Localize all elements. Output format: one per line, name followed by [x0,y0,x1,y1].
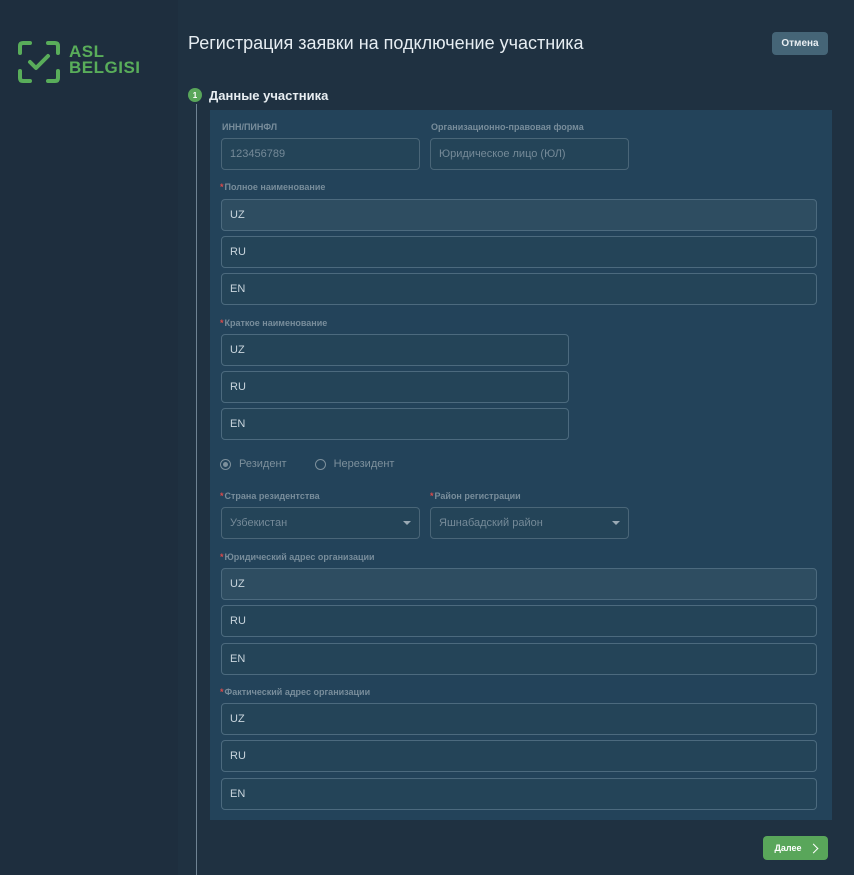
check-frame-icon [18,41,60,83]
legal-address-ru-input[interactable]: RU [221,605,817,637]
country-label: *Страна резидентства [220,491,320,501]
step-title: Данные участника [209,87,329,103]
resident-radio[interactable] [220,458,231,470]
district-label: *Район регистрации [430,491,521,501]
step-number-badge: 1 [188,88,202,102]
asl-belgisi-logo[interactable]: ASL BELGISI [17,40,140,84]
district-select[interactable]: Яшнабадский район [430,507,629,539]
short-name-uz-input[interactable]: UZ [221,334,569,366]
country-select[interactable]: Узбекистан [221,507,420,539]
legal-form-label: Организационно-правовая форма [431,122,584,132]
actual-address-label: *Фактический адрес организации [220,687,371,697]
legal-address-uz-input[interactable]: UZ [221,568,817,600]
full-name-ru-input[interactable]: RU [221,236,817,268]
resident-label[interactable]: Резидент [239,458,287,470]
chevron-right-icon [808,843,818,853]
legal-form-field[interactable]: Юридическое лицо (ЮЛ) [430,138,629,170]
actual-address-ru-input[interactable]: RU [221,740,817,772]
full-name-uz-input[interactable]: UZ [221,199,817,231]
step-header: 1 Данные участника [188,87,328,103]
country-value: Узбекистан [230,517,288,529]
full-name-en-input[interactable]: EN [221,273,817,305]
inn-label: ИНН/ПИНФЛ [222,122,278,132]
nonresident-radio[interactable] [314,458,326,470]
actual-address-en-input[interactable]: EN [221,778,817,810]
residency-radio-group: Резидент Нерезидент [220,458,394,470]
short-name-label: *Краткое наименование [220,318,328,328]
short-name-ru-input[interactable]: RU [221,371,569,403]
step-connector-line [196,104,197,875]
cancel-button[interactable]: Отмена [772,32,828,55]
page-title: Регистрация заявки на подключение участн… [188,33,584,53]
legal-address-label: *Юридический адрес организации [220,552,375,562]
next-button[interactable]: Далее [763,836,828,860]
sidebar: ASL BELGISI [0,0,178,875]
brand-name: ASL BELGISI [69,42,141,77]
short-name-en-input[interactable]: EN [221,408,569,440]
actual-address-uz-input[interactable]: UZ [221,703,817,735]
caret-down-icon [612,521,620,525]
next-label: Далее [774,843,802,853]
full-name-label: *Полное наименование [220,182,326,192]
nonresident-label[interactable]: Нерезидент [334,458,395,470]
district-value: Яшнабадский район [439,517,543,529]
main-content: Регистрация заявки на подключение участн… [178,0,854,875]
legal-address-en-input[interactable]: EN [221,643,817,675]
caret-down-icon [403,521,411,525]
inn-field[interactable]: 123456789 [221,138,420,170]
participant-form: ИНН/ПИНФЛ 123456789 Организационно-право… [210,110,832,820]
